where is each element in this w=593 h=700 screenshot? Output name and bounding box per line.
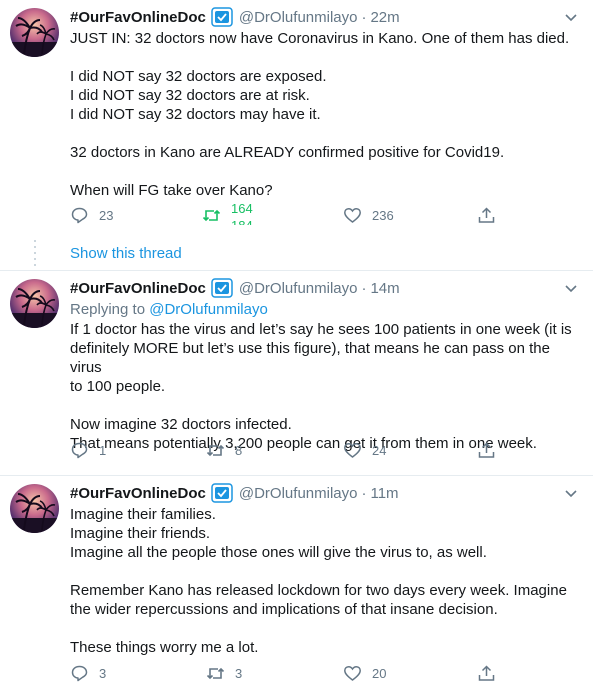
share-icon (478, 665, 495, 681)
palm-tree-image (10, 493, 59, 533)
action-bar: 3 3 20 (70, 664, 510, 690)
share-icon (478, 442, 495, 458)
text-line: to 100 people. (70, 378, 166, 395)
like-count: 20 (372, 666, 387, 681)
text-line: If 1 doctor has the virus and let’s say … (70, 321, 572, 338)
user-handle[interactable]: @DrOlufunmilayo (239, 9, 358, 26)
timestamp[interactable]: 11m (370, 485, 398, 502)
heart-icon (344, 665, 361, 681)
tweet-2[interactable]: #OurFavOnlineDoc @DrOlufunmilayo · 14m R… (0, 271, 593, 475)
avatar[interactable] (10, 484, 59, 533)
text-line: I did NOT say 32 doctors are at risk. (70, 87, 310, 104)
thread-connector (34, 240, 36, 270)
replying-to-link[interactable]: @DrOlufunmilayo (149, 301, 268, 318)
retweet-button[interactable]: 164 184 (202, 201, 253, 225)
retweet-count-rolling: 184 (231, 219, 253, 225)
tweet-text: Imagine their families. Imagine their fr… (70, 505, 585, 657)
text-line: JUST IN: 32 doctors now have Coronavirus… (70, 30, 570, 47)
reply-icon (71, 665, 88, 682)
share-button[interactable] (477, 206, 496, 225)
retweet-button[interactable]: 3 (206, 664, 242, 683)
like-count: 24 (372, 443, 387, 458)
action-bar: 1 8 24 (70, 441, 510, 467)
display-name[interactable]: #OurFavOnlineDoc (70, 280, 206, 297)
retweet-button[interactable]: 8 (206, 441, 242, 460)
reply-count: 3 (99, 666, 107, 681)
text-line: the wider repercussions and implications… (70, 601, 498, 618)
reply-button[interactable]: 1 (70, 441, 106, 460)
heart-icon (344, 207, 361, 223)
timestamp[interactable]: 22m (370, 9, 399, 26)
palm-tree-image (10, 17, 59, 57)
palm-tree-image (10, 288, 59, 328)
verified-badge-icon (211, 483, 233, 503)
tweet-1[interactable]: #OurFavOnlineDoc @DrOlufunmilayo · 22m J… (0, 0, 593, 270)
chevron-down-icon[interactable] (563, 485, 579, 501)
text-line: I did NOT say 32 doctors are exposed. (70, 68, 327, 85)
replying-to-label: Replying to (70, 301, 146, 318)
retweet-icon (202, 209, 221, 222)
text-line: I did NOT say 32 doctors may have it. (70, 106, 321, 123)
text-line: When will FG take over Kano? (70, 182, 273, 199)
text-line: Now imagine 32 doctors infected. (70, 416, 292, 433)
text-line: These things worry me a lot. (70, 639, 259, 656)
tweet-header: #OurFavOnlineDoc @DrOlufunmilayo · 14m (70, 277, 400, 299)
retweet-count: 164 (231, 201, 253, 216)
avatar[interactable] (10, 279, 59, 328)
reply-count: 1 (99, 443, 107, 458)
share-icon (478, 207, 495, 223)
text-line: Imagine their friends. (70, 525, 211, 542)
avatar[interactable] (10, 8, 59, 57)
text-line: 32 doctors in Kano are ALREADY confirmed… (70, 144, 505, 161)
chevron-down-icon[interactable] (563, 9, 579, 25)
text-line: Imagine their families. (70, 506, 216, 523)
reply-button[interactable]: 3 (70, 664, 106, 683)
reply-icon (71, 207, 88, 224)
text-line: definitely MORE but let’s use this figur… (70, 340, 550, 376)
display-name[interactable]: #OurFavOnlineDoc (70, 9, 206, 26)
text-line: Remember Kano has released lockdown for … (70, 582, 567, 599)
share-button[interactable] (477, 441, 496, 460)
user-handle[interactable]: @DrOlufunmilayo (239, 485, 358, 502)
retweet-count: 8 (235, 443, 243, 458)
user-handle[interactable]: @DrOlufunmilayo (239, 280, 358, 297)
separator-dot: · (361, 8, 367, 26)
heart-icon (344, 442, 361, 458)
tweet-3[interactable]: #OurFavOnlineDoc @DrOlufunmilayo · 11m I… (0, 476, 593, 700)
retweet-count: 3 (235, 666, 243, 681)
text-line: Imagine all the people those ones will g… (70, 544, 487, 561)
separator-dot: · (361, 484, 367, 502)
action-bar: 23 164 184 236 (70, 201, 510, 232)
tweet-header: #OurFavOnlineDoc @DrOlufunmilayo · 11m (70, 482, 399, 504)
tweet-text: JUST IN: 32 doctors now have Coronavirus… (70, 29, 585, 200)
display-name[interactable]: #OurFavOnlineDoc (70, 485, 206, 502)
verified-badge-icon (211, 278, 233, 298)
like-count: 236 (372, 208, 394, 223)
reply-count: 23 (99, 208, 114, 223)
verified-badge-icon (211, 7, 233, 27)
show-thread-link[interactable]: Show this thread (70, 245, 182, 262)
like-button[interactable]: 24 (343, 441, 386, 460)
separator-dot: · (361, 279, 367, 297)
share-button[interactable] (477, 664, 496, 683)
timestamp[interactable]: 14m (370, 280, 399, 297)
tweet-header: #OurFavOnlineDoc @DrOlufunmilayo · 22m (70, 6, 400, 28)
retweet-icon (206, 444, 225, 457)
reply-button[interactable]: 23 (70, 206, 113, 225)
replying-to: Replying to @DrOlufunmilayo (70, 301, 268, 318)
tweet-text: If 1 doctor has the virus and let’s say … (70, 320, 585, 453)
like-button[interactable]: 20 (343, 664, 386, 683)
retweet-icon (206, 667, 225, 680)
like-button[interactable]: 236 (343, 206, 394, 225)
reply-icon (71, 442, 88, 459)
chevron-down-icon[interactable] (563, 280, 579, 296)
